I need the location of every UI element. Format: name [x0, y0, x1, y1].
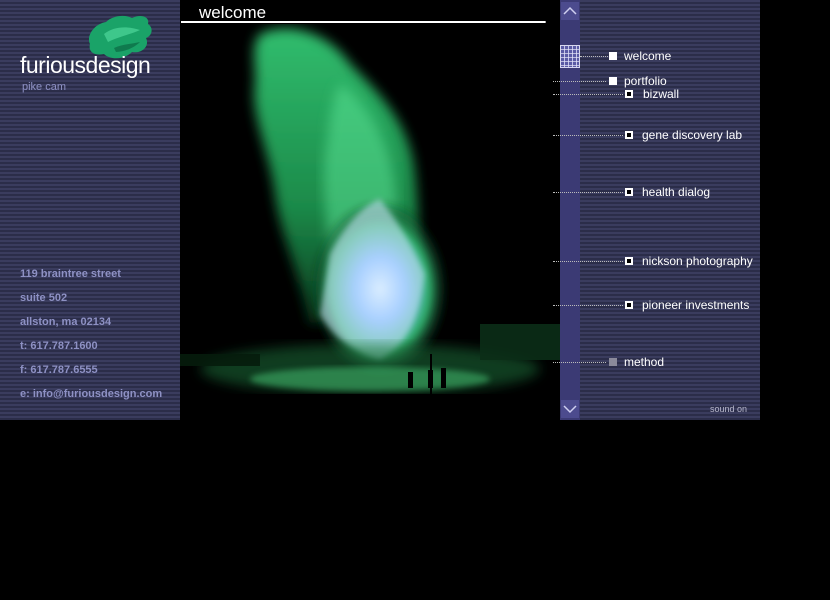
green-fire-image: [180, 24, 560, 420]
nav-label[interactable]: health dialog: [642, 185, 710, 199]
nav-connector: [580, 56, 608, 57]
nav-item-health-dialog[interactable]: health dialog: [553, 185, 723, 200]
nav-connector: [553, 305, 623, 306]
contact-address: 119 braintree street suite 502 allston, …: [20, 268, 162, 412]
nav-bullet-icon: [609, 358, 617, 366]
nav-connector: [553, 192, 623, 193]
nav-label[interactable]: pioneer investments: [642, 298, 749, 312]
nav-label[interactable]: welcome: [624, 49, 671, 63]
chevron-down-icon: [563, 405, 577, 414]
nav-connector: [553, 362, 606, 363]
nav-connector: [553, 94, 623, 95]
scroll-down-button[interactable]: [561, 400, 579, 418]
contact-fax: f: 617.787.6555: [20, 364, 98, 376]
contact-phone: t: 617.787.1600: [20, 340, 98, 352]
sound-toggle[interactable]: sound on: [710, 404, 747, 414]
nav-item-bizwall[interactable]: bizwall: [553, 87, 693, 102]
address-street: 119 braintree street: [20, 268, 121, 280]
nav-connector: [553, 81, 606, 82]
contact-email-link[interactable]: e: info@furiousdesign.com: [20, 388, 162, 412]
brand-subtitle: pike cam: [22, 81, 67, 93]
nav-item-method[interactable]: method: [553, 355, 683, 370]
nav-item-gene-discovery-lab[interactable]: gene discovery lab: [553, 128, 753, 143]
nav-item-welcome[interactable]: welcome: [553, 49, 673, 64]
address-city: allston, ma 02134: [20, 316, 112, 328]
title-underline: [181, 21, 546, 23]
nav-bullet-icon: [609, 52, 617, 60]
nav-bullet-icon: [625, 301, 633, 309]
left-panel: furiousdesign pike cam 119 braintree str…: [0, 0, 180, 420]
nav-bullet-icon: [609, 77, 617, 85]
nav-item-pioneer-investments[interactable]: pioneer investments: [553, 298, 758, 313]
nav-label[interactable]: portfolio: [624, 74, 667, 88]
brand-logo-text[interactable]: furiousdesign: [20, 52, 151, 79]
nav-label[interactable]: gene discovery lab: [642, 128, 742, 142]
nav-item-nickson-photography[interactable]: nickson photography: [553, 254, 758, 269]
chevron-up-icon: [563, 6, 577, 15]
scroll-up-button[interactable]: [561, 2, 579, 20]
nav-label[interactable]: bizwall: [643, 87, 679, 101]
nav-label[interactable]: method: [624, 355, 664, 369]
address-suite: suite 502: [20, 292, 68, 304]
nav-bullet-icon: [625, 131, 633, 139]
page-title: welcome: [199, 3, 267, 22]
nav-bullet-icon: [625, 188, 633, 196]
nav-connector: [553, 261, 623, 262]
nav-bullet-icon: [625, 90, 633, 98]
nav-bullet-icon: [625, 257, 633, 265]
nav-connector: [553, 135, 623, 136]
nav-label[interactable]: nickson photography: [642, 254, 753, 268]
